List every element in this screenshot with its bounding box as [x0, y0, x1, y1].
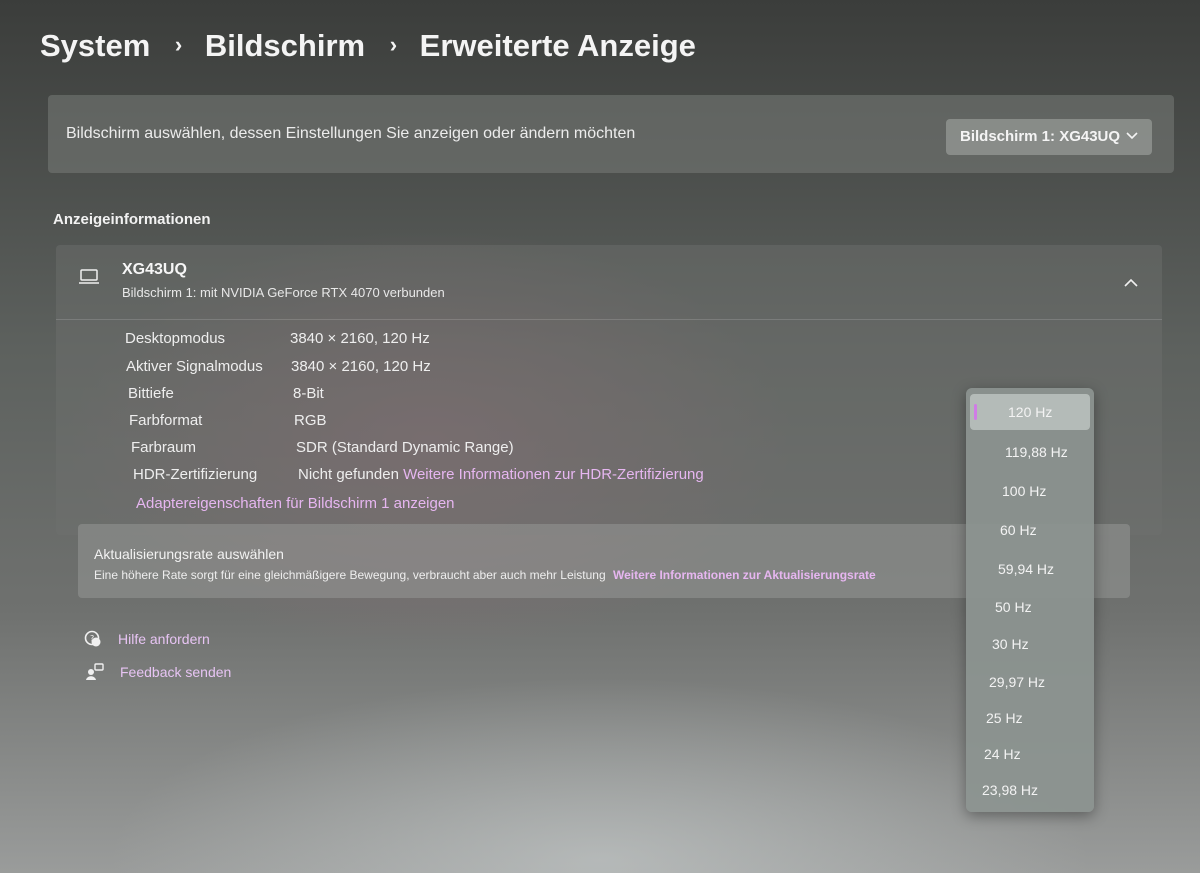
monitor-select-label: Bildschirm auswählen, dessen Einstellung… [66, 125, 636, 142]
refresh-rate-option-label: 119,88 Hz [1005, 444, 1068, 460]
breadcrumb-system[interactable]: System [40, 28, 150, 64]
refresh-rate-option[interactable]: 23,98 Hz [970, 772, 1090, 808]
refresh-rate-option[interactable]: 60 Hz [970, 512, 1090, 548]
breadcrumb: System › Bildschirm › Erweiterte Anzeige [40, 28, 696, 64]
refresh-rate-description-line: Eine höhere Rate sorgt für eine gleichmä… [94, 568, 876, 582]
refresh-rate-option-label: 25 Hz [986, 710, 1023, 726]
refresh-rate-option-label: 23,98 Hz [982, 782, 1039, 798]
feedback-icon [86, 663, 104, 681]
monitor-select-dropdown[interactable]: Bildschirm 1: XG43UQ [946, 119, 1152, 155]
display-info-header[interactable]: XG43UQ Bildschirm 1: mit NVIDIA GeForce … [56, 245, 1162, 320]
help-chat-icon: ? [84, 630, 102, 648]
info-label: Farbraum [131, 439, 197, 456]
refresh-rate-option-label: 60 Hz [1000, 522, 1037, 538]
get-help-label: Hilfe anfordern [118, 631, 210, 647]
info-value: Nicht gefunden [298, 466, 399, 483]
info-label: Aktiver Signalmodus [126, 358, 263, 375]
info-label: Bittiefe [128, 385, 174, 402]
info-label: HDR-Zertifizierung [133, 466, 258, 483]
send-feedback-label: Feedback senden [120, 664, 232, 680]
hdr-info-link[interactable]: Weitere Informationen zur HDR-Zertifizie… [403, 466, 704, 483]
refresh-rate-option[interactable]: 24 Hz [970, 736, 1090, 772]
refresh-rate-option[interactable]: 100 Hz [970, 473, 1090, 509]
refresh-rate-option-label: 30 Hz [992, 636, 1029, 652]
breadcrumb-separator-icon: › [174, 32, 183, 57]
breadcrumb-bildschirm[interactable]: Bildschirm [205, 28, 365, 64]
refresh-rate-option[interactable]: 119,88 Hz [970, 434, 1090, 470]
monitor-select-value: Bildschirm 1: XG43UQ [960, 128, 1121, 145]
refresh-rate-option[interactable]: 29,97 Hz [970, 664, 1090, 700]
chevron-up-icon[interactable] [1124, 275, 1138, 287]
monitor-name: XG43UQ [122, 261, 187, 278]
info-label: Farbformat [129, 412, 203, 429]
chevron-down-icon [1126, 129, 1138, 143]
monitor-connection: Bildschirm 1: mit NVIDIA GeForce RTX 407… [122, 285, 445, 300]
monitor-select-panel: Bildschirm auswählen, dessen Einstellung… [48, 95, 1174, 173]
refresh-rate-menu: 120 Hz 119,88 Hz 100 Hz 60 Hz 59,94 Hz 5… [966, 388, 1094, 812]
breadcrumb-separator-icon: › [389, 32, 398, 57]
refresh-rate-option-selected[interactable]: 120 Hz [970, 394, 1090, 430]
info-value: 8-Bit [293, 385, 324, 402]
laptop-icon [78, 269, 100, 285]
refresh-rate-info-link[interactable]: Weitere Informationen zur Aktualisierung… [613, 568, 876, 582]
info-value: RGB [294, 412, 327, 429]
page-title: Erweiterte Anzeige [419, 28, 696, 63]
refresh-rate-option-label: 29,97 Hz [989, 674, 1046, 690]
refresh-rate-option[interactable]: 25 Hz [970, 700, 1090, 736]
refresh-rate-option[interactable]: 30 Hz [970, 626, 1090, 662]
info-value: SDR (Standard Dynamic Range) [296, 439, 514, 456]
info-value: 3840 × 2160, 120 Hz [291, 358, 431, 375]
refresh-rate-option-label: 24 Hz [984, 746, 1021, 762]
refresh-rate-option-label: 120 Hz [1008, 404, 1053, 420]
info-value: 3840 × 2160, 120 Hz [290, 330, 430, 347]
svg-text:?: ? [90, 634, 94, 643]
refresh-rate-option[interactable]: 59,94 Hz [970, 551, 1090, 587]
refresh-rate-option-label: 50 Hz [995, 599, 1032, 615]
section-title-display-info: Anzeigeinformationen [53, 211, 211, 228]
refresh-rate-option-label: 59,94 Hz [998, 561, 1055, 577]
adapter-properties-link[interactable]: Adaptereigenschaften für Bildschirm 1 an… [136, 495, 455, 512]
selected-marker [974, 404, 977, 420]
refresh-rate-option[interactable]: 50 Hz [970, 589, 1090, 625]
refresh-rate-description: Eine höhere Rate sorgt für eine gleichmä… [94, 568, 606, 582]
info-label: Desktopmodus [125, 330, 226, 347]
refresh-rate-title: Aktualisierungsrate auswählen [94, 546, 284, 562]
refresh-rate-option-label: 100 Hz [1002, 483, 1047, 499]
